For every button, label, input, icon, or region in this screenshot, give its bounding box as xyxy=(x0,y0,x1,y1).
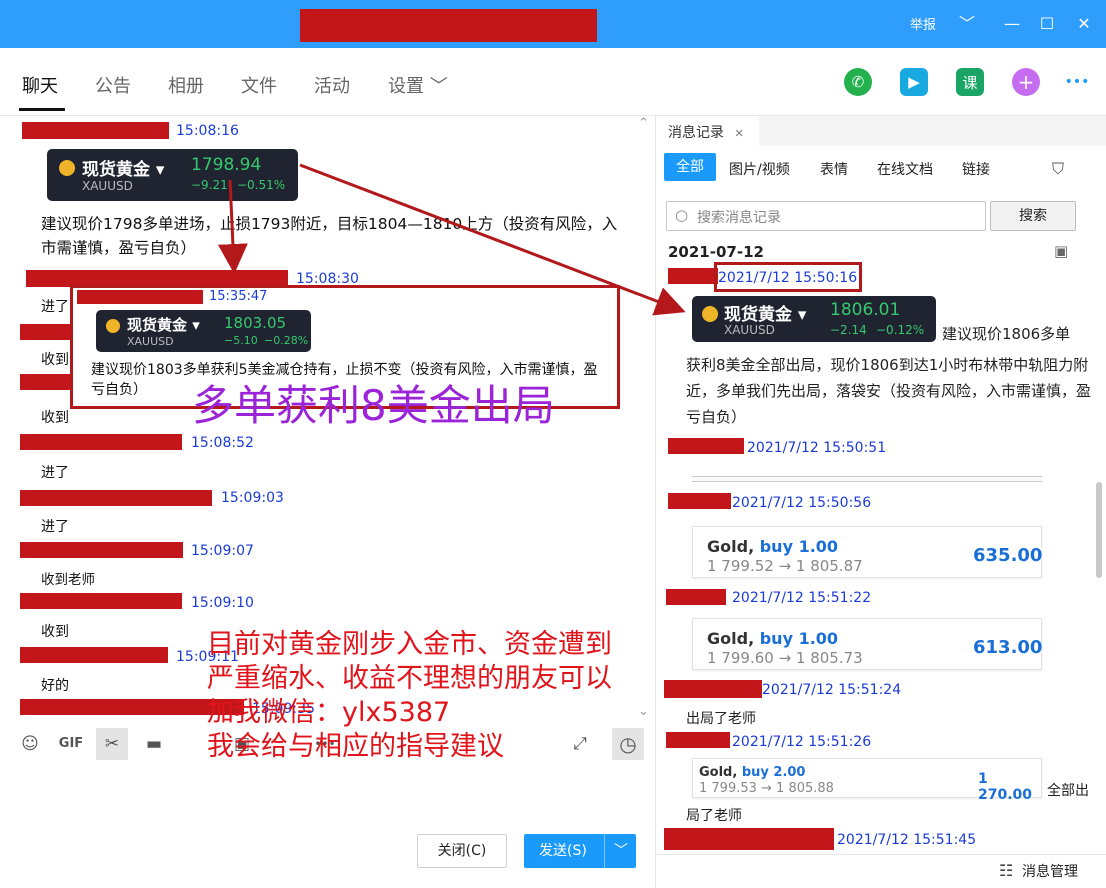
overlay-profit-caption: 多单获利8美金出局 xyxy=(192,381,555,430)
arrow-right xyxy=(299,163,686,316)
promo-line: 严重缩水、收益不理想的朋友可以 xyxy=(207,663,612,694)
overlay-promo-text: 目前对黄金刚步入金市、资金遭到 严重缩水、收益不理想的朋友可以 加我微信：ylx… xyxy=(207,628,677,764)
promo-line: 目前对黄金刚步入金市、资金遭到 xyxy=(207,629,612,660)
promo-line: 加我微信：ylx5387 xyxy=(207,697,451,728)
arrow-down xyxy=(217,179,248,274)
promo-line: 我会给与相应的指导建议 xyxy=(207,731,504,762)
